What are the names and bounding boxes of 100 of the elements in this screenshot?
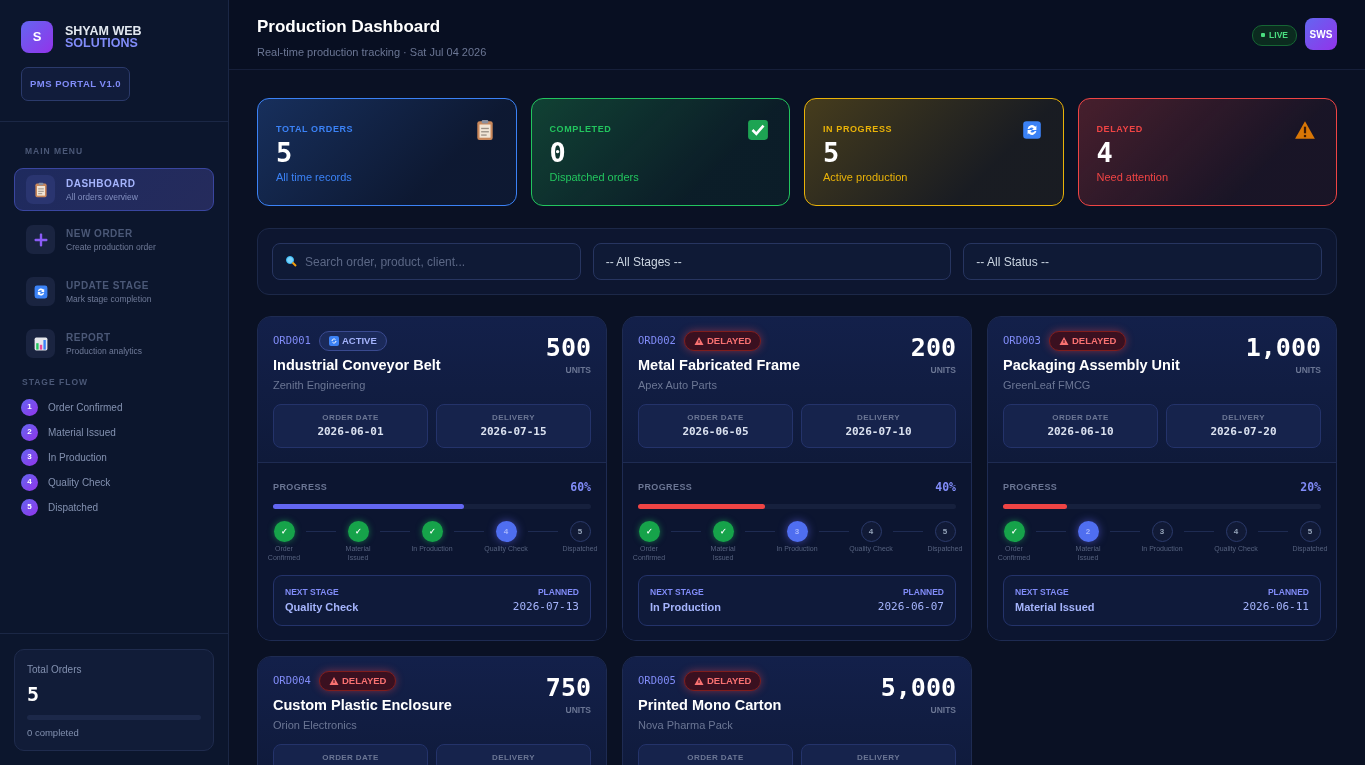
date-label: DELIVERY: [856, 751, 901, 764]
step-number: 2: [21, 423, 38, 441]
warning-icon: [1294, 119, 1316, 141]
date-label: ORDER DATE: [686, 411, 745, 424]
date-label: DELIVERY: [1221, 411, 1266, 424]
progress-reading: 60%: [570, 479, 591, 496]
stage-marker: 4: [1225, 521, 1247, 543]
avatar[interactable]: SWS: [1305, 18, 1337, 50]
status-badge: DELAYED: [318, 671, 397, 692]
stat-label: IN PROGRESS: [823, 123, 893, 136]
order-name: Printed Mono Carton: [638, 696, 782, 716]
stage-marker: ✓: [421, 521, 443, 543]
date-label: ORDER DATE: [321, 751, 380, 764]
stage-marker: 5: [569, 521, 591, 543]
unit-count: 1,000: [1245, 335, 1321, 360]
next-stage-value: In Production: [650, 599, 721, 615]
brand-name: SOLUTIONS: [65, 37, 139, 49]
stat-value: 5: [823, 137, 841, 170]
step-label: Material Issued: [48, 425, 116, 440]
planned-label: PLANNED: [901, 585, 944, 599]
stage-marker: ✓: [712, 521, 734, 543]
nav-item[interactable]: DASHBOARD All orders overview: [14, 168, 214, 211]
progress-reading: 40%: [935, 479, 956, 496]
check-icon: [747, 119, 769, 141]
client-name: Apex Auto Parts: [638, 378, 718, 393]
date-value: 2026-06-05: [681, 423, 750, 440]
date-value: 2026-06-01: [316, 423, 385, 440]
filter-select[interactable]: -- All Stages --: [592, 243, 952, 280]
summary-note: 0 completed: [27, 725, 80, 740]
step-number: 4: [21, 473, 38, 491]
client-name: Zenith Engineering: [273, 378, 367, 393]
date-label: ORDER DATE: [686, 751, 745, 764]
units-label: UNITS: [1294, 364, 1321, 377]
date-value: 2026-07-10: [844, 423, 913, 440]
step-label: Quality Check: [48, 475, 111, 490]
order-id: ORD005: [638, 673, 676, 689]
date-label: DELIVERY: [856, 411, 901, 424]
nav-item[interactable]: REPORT Production analytics: [14, 320, 214, 367]
logo-icon: S: [21, 21, 53, 53]
step-number: 5: [21, 498, 38, 516]
step-label: In Production: [48, 450, 107, 465]
planned-label: PLANNED: [536, 585, 579, 599]
order-id: ORD001: [273, 333, 311, 349]
search-field[interactable]: Search order, product, client...: [272, 243, 581, 280]
status-badge: DELAYED: [683, 331, 762, 352]
units-label: UNITS: [564, 364, 591, 377]
date-label: ORDER DATE: [1051, 411, 1110, 424]
stage-marker: 5: [1299, 521, 1321, 543]
stat-label: TOTAL ORDERS: [276, 123, 354, 136]
section-heading: STAGE FLOW: [22, 376, 90, 389]
progress-label: PROGRESS: [1003, 480, 1058, 494]
date-value: 2026-07-15: [479, 423, 548, 440]
date-label: ORDER DATE: [321, 411, 380, 424]
planned-date: 2026-06-11: [1242, 598, 1309, 615]
stage-marker: ✓: [347, 521, 369, 543]
nav-item[interactable]: NEW ORDER Create production order: [14, 216, 214, 263]
unit-count: 200: [910, 335, 956, 360]
progress-reading: 20%: [1300, 479, 1321, 496]
status-badge: DELAYED: [683, 671, 762, 692]
next-stage-value: Material Issued: [1015, 599, 1095, 615]
stage-marker: 2: [1077, 521, 1099, 543]
stage-marker: ✓: [638, 521, 660, 543]
unit-count: 5,000: [880, 675, 956, 700]
client-name: GreenLeaf FMCG: [1003, 378, 1092, 393]
planned-label: PLANNED: [1266, 585, 1309, 599]
stat-value: 4: [1096, 137, 1114, 170]
live-badge: LIVE: [1252, 25, 1297, 46]
bar-chart-icon: [32, 335, 49, 352]
stat-value: 0: [549, 137, 567, 170]
filter-select[interactable]: -- All Status --: [963, 243, 1322, 280]
next-stage-label: NEXT STAGE: [650, 585, 705, 599]
date-value: 2026-06-10: [1046, 423, 1115, 440]
stage-marker: 5: [934, 521, 956, 543]
stage-marker: 4: [495, 521, 517, 543]
section-heading: MAIN MENU: [25, 145, 85, 158]
status-badge: DELAYED: [1048, 331, 1127, 352]
stat-note: Active production: [823, 170, 909, 186]
next-stage-value: Quality Check: [285, 599, 359, 615]
planned-date: 2026-07-13: [512, 598, 579, 615]
nav-item[interactable]: UPDATE STAGE Mark stage completion: [14, 268, 214, 315]
version-badge: PMS PORTAL V1.0: [21, 67, 131, 102]
page-title: Production Dashboard: [257, 16, 442, 38]
date-label: DELIVERY: [491, 751, 536, 764]
stat-label: DELAYED: [1096, 123, 1143, 136]
step-label: Order Confirmed: [48, 400, 123, 415]
plus-icon: [32, 231, 49, 248]
brand-name: SHYAM WEB: [65, 25, 142, 37]
page-subtitle: Real-time production tracking · Sat Jul 04 2026: [257, 44, 487, 60]
order-name: Metal Fabricated Frame: [638, 356, 800, 376]
client-name: Nova Pharma Pack: [638, 718, 734, 733]
stage-marker: 4: [860, 521, 882, 543]
stat-note: Need attention: [1096, 170, 1170, 186]
unit-count: 750: [545, 675, 591, 700]
refresh-icon: [32, 283, 49, 300]
next-stage-label: NEXT STAGE: [1015, 585, 1070, 599]
stat-label: COMPLETED: [549, 123, 612, 136]
order-id: ORD003: [1003, 333, 1041, 349]
search-icon: [285, 255, 297, 267]
stage-marker: 3: [786, 521, 808, 543]
stage-marker: ✓: [1003, 521, 1025, 543]
